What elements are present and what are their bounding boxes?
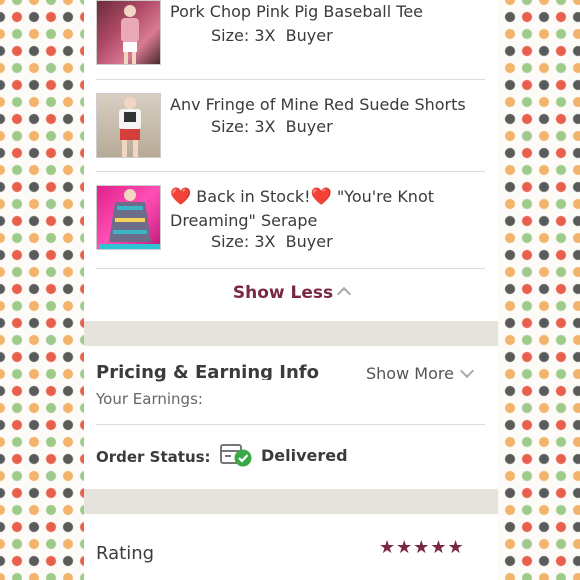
divider xyxy=(96,79,485,80)
section-separator xyxy=(84,489,498,514)
chevron-down-icon xyxy=(459,363,474,379)
item-title[interactable]: Anv Fringe of Mine Red Suede Shorts xyxy=(170,93,485,116)
show-less-button[interactable]: Show Less xyxy=(84,283,498,303)
order-status-label: Order Status: xyxy=(96,448,211,466)
redacted-region xyxy=(170,22,202,36)
item-title-text: Back in Stock! xyxy=(196,187,311,206)
order-item[interactable]: Anv Fringe of Mine Red Suede Shorts Size… xyxy=(96,93,485,183)
earnings-label: Your Earnings: xyxy=(96,390,203,408)
model-figure-icon xyxy=(119,97,141,157)
redacted-earnings xyxy=(212,380,354,426)
item-size: Size: 3X xyxy=(211,117,276,136)
order-status-value: Delivered xyxy=(261,446,348,465)
buyer-label: Buyer: xyxy=(285,117,338,136)
show-more-label: Show More xyxy=(366,364,454,383)
chevron-up-icon xyxy=(337,286,352,302)
model-figure-icon xyxy=(121,5,139,64)
product-thumbnail[interactable] xyxy=(96,0,161,65)
item-meta: Size: 3X Buyer: xyxy=(211,232,338,251)
item-title[interactable]: ❤️ Back in Stock!❤️ "You're Knot Dreamin… xyxy=(170,185,485,232)
heart-icon: ❤️ xyxy=(310,187,332,207)
model-figure-icon xyxy=(99,189,160,249)
product-thumbnail[interactable] xyxy=(96,93,161,158)
redacted-buyer xyxy=(333,20,473,60)
product-thumbnail[interactable] xyxy=(96,185,161,250)
divider xyxy=(96,171,485,172)
divider xyxy=(96,424,485,425)
item-size: Size: 3X xyxy=(211,26,276,45)
section-separator xyxy=(84,321,498,346)
redacted-region xyxy=(170,255,230,275)
buyer-label: Buyer: xyxy=(285,26,338,45)
item-meta: Size: 3X Buyer: xyxy=(211,26,338,45)
delivered-package-icon xyxy=(220,444,252,467)
item-size: Size: 3X xyxy=(211,232,276,251)
order-item[interactable]: Pork Chop Pink Pig Baseball Tee Size: 3X… xyxy=(96,0,485,90)
divider xyxy=(96,268,485,269)
heart-icon: ❤️ xyxy=(170,187,192,207)
order-item[interactable]: ❤️ Back in Stock!❤️ "You're Knot Dreamin… xyxy=(96,185,485,275)
buyer-label: Buyer: xyxy=(285,232,338,251)
rating-stars: ★★★★★ xyxy=(379,537,465,558)
rating-label: Rating xyxy=(96,543,155,564)
show-more-button[interactable]: Show More xyxy=(366,363,474,383)
redacted-buyer xyxy=(333,115,483,161)
show-less-label: Show Less xyxy=(232,283,334,303)
redacted-region xyxy=(184,139,234,163)
order-details-card: Pork Chop Pink Pig Baseball Tee Size: 3X… xyxy=(84,0,498,580)
item-meta: Size: 3X Buyer: xyxy=(211,117,338,136)
